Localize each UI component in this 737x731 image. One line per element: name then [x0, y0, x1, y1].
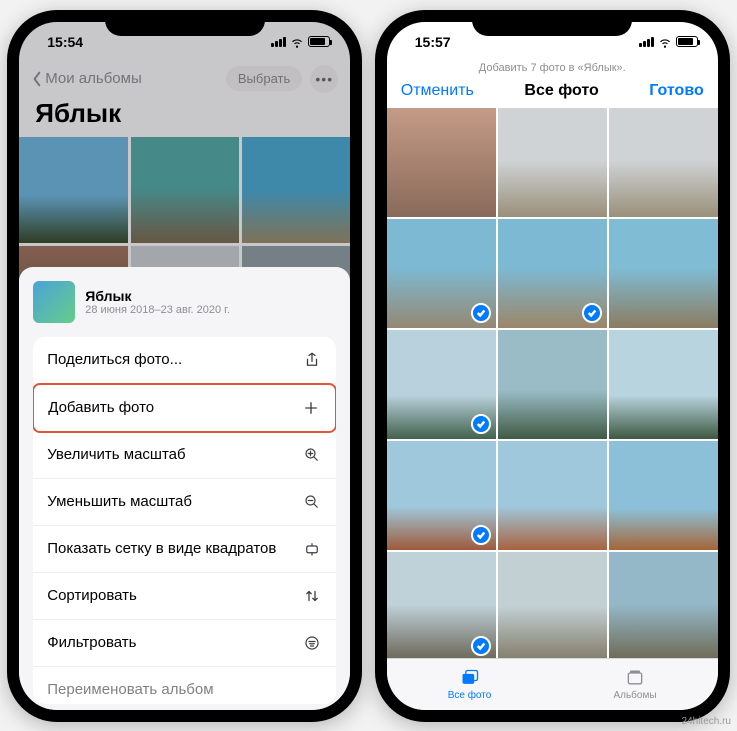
- menu-label: Показать сетку в виде квадратов: [47, 540, 276, 557]
- menu-rename[interactable]: Переименовать альбом: [33, 667, 336, 704]
- battery-icon: [676, 36, 698, 47]
- picker-photo[interactable]: [498, 330, 607, 439]
- menu-zoom-out[interactable]: Уменьшить масштаб: [33, 479, 336, 526]
- sheet-date-range: 28 июня 2018–23 авг. 2020 г.: [85, 304, 230, 316]
- phone-right: 15:57 Добавить 7 фото в «Яблык». Отменит…: [375, 10, 730, 722]
- menu-label: Увеличить масштаб: [47, 446, 185, 463]
- picker-photo[interactable]: [498, 108, 607, 217]
- cancel-button[interactable]: Отменить: [401, 82, 474, 100]
- picker-photo[interactable]: [498, 219, 607, 328]
- check-icon: [582, 303, 602, 323]
- sheet-overlay[interactable]: Яблык 28 июня 2018–23 авг. 2020 г. Подел…: [19, 22, 350, 710]
- tab-label: Все фото: [448, 690, 492, 701]
- picker-photo[interactable]: [387, 441, 496, 550]
- picker-photo[interactable]: [387, 108, 496, 217]
- photo-picker-grid: [387, 108, 718, 658]
- picker-photo[interactable]: [609, 330, 718, 439]
- screen-right: 15:57 Добавить 7 фото в «Яблык». Отменит…: [387, 22, 718, 710]
- picker-header: Отменить Все фото Готово: [387, 78, 718, 108]
- picker-photo[interactable]: [387, 219, 496, 328]
- zoom-in-icon: [302, 445, 322, 465]
- photos-stack-icon: [459, 668, 481, 688]
- cellular-signal-icon: [639, 37, 654, 47]
- plus-icon: [301, 398, 321, 418]
- sort-icon: [302, 586, 322, 606]
- status-icons: [639, 35, 698, 49]
- aspect-icon: [302, 539, 322, 559]
- picker-photo[interactable]: [609, 219, 718, 328]
- albums-icon: [624, 668, 646, 688]
- menu-sort[interactable]: Сортировать: [33, 573, 336, 620]
- zoom-out-icon: [302, 492, 322, 512]
- picker-photo[interactable]: [609, 441, 718, 550]
- menu-share[interactable]: Поделиться фото...: [33, 337, 336, 384]
- picker-title: Все фото: [524, 82, 598, 100]
- picker-subheader: Добавить 7 фото в «Яблык».: [387, 62, 718, 78]
- filter-icon: [302, 633, 322, 653]
- notch: [472, 10, 632, 36]
- picker-photo[interactable]: [498, 552, 607, 658]
- tab-all-photos[interactable]: Все фото: [387, 659, 553, 710]
- wifi-icon: [658, 35, 672, 49]
- tab-label: Альбомы: [613, 690, 656, 701]
- watermark: 24hitech.ru: [682, 716, 731, 727]
- picker-photo[interactable]: [387, 552, 496, 658]
- share-icon: [302, 350, 322, 370]
- picker-photo[interactable]: [387, 330, 496, 439]
- picker-photo[interactable]: [609, 552, 718, 658]
- clock: 15:57: [415, 34, 451, 50]
- notch: [105, 10, 265, 36]
- sheet-thumbnail: [33, 281, 75, 323]
- menu-label: Добавить фото: [48, 399, 154, 416]
- tab-bar: Все фото Альбомы: [387, 658, 718, 710]
- menu-card: Поделиться фото... Добавить фото Увеличи…: [33, 337, 336, 704]
- menu-add-photo[interactable]: Добавить фото: [33, 383, 336, 433]
- check-icon: [471, 303, 491, 323]
- menu-label: Переименовать альбом: [47, 681, 213, 698]
- check-icon: [471, 636, 491, 656]
- check-icon: [471, 525, 491, 545]
- menu-label: Сортировать: [47, 587, 137, 604]
- sheet-header: Яблык 28 июня 2018–23 авг. 2020 г.: [33, 281, 336, 323]
- action-sheet: Яблык 28 июня 2018–23 авг. 2020 г. Подел…: [19, 267, 350, 710]
- pencil-icon: [302, 680, 322, 700]
- menu-filter[interactable]: Фильтровать: [33, 620, 336, 667]
- screen-left: 15:54 Мои альбомы Выбрать ••• Яблык: [19, 22, 350, 710]
- menu-label: Поделиться фото...: [47, 351, 182, 368]
- done-button[interactable]: Готово: [649, 82, 703, 100]
- menu-zoom-in[interactable]: Увеличить масштаб: [33, 432, 336, 479]
- phone-left: 15:54 Мои альбомы Выбрать ••• Яблык: [7, 10, 362, 722]
- menu-label: Уменьшить масштаб: [47, 493, 192, 510]
- tab-albums[interactable]: Альбомы: [552, 659, 718, 710]
- picker-photo[interactable]: [498, 441, 607, 550]
- sheet-title: Яблык: [85, 288, 230, 304]
- menu-square-grid[interactable]: Показать сетку в виде квадратов: [33, 526, 336, 573]
- menu-label: Фильтровать: [47, 634, 136, 651]
- picker-photo[interactable]: [609, 108, 718, 217]
- check-icon: [471, 414, 491, 434]
